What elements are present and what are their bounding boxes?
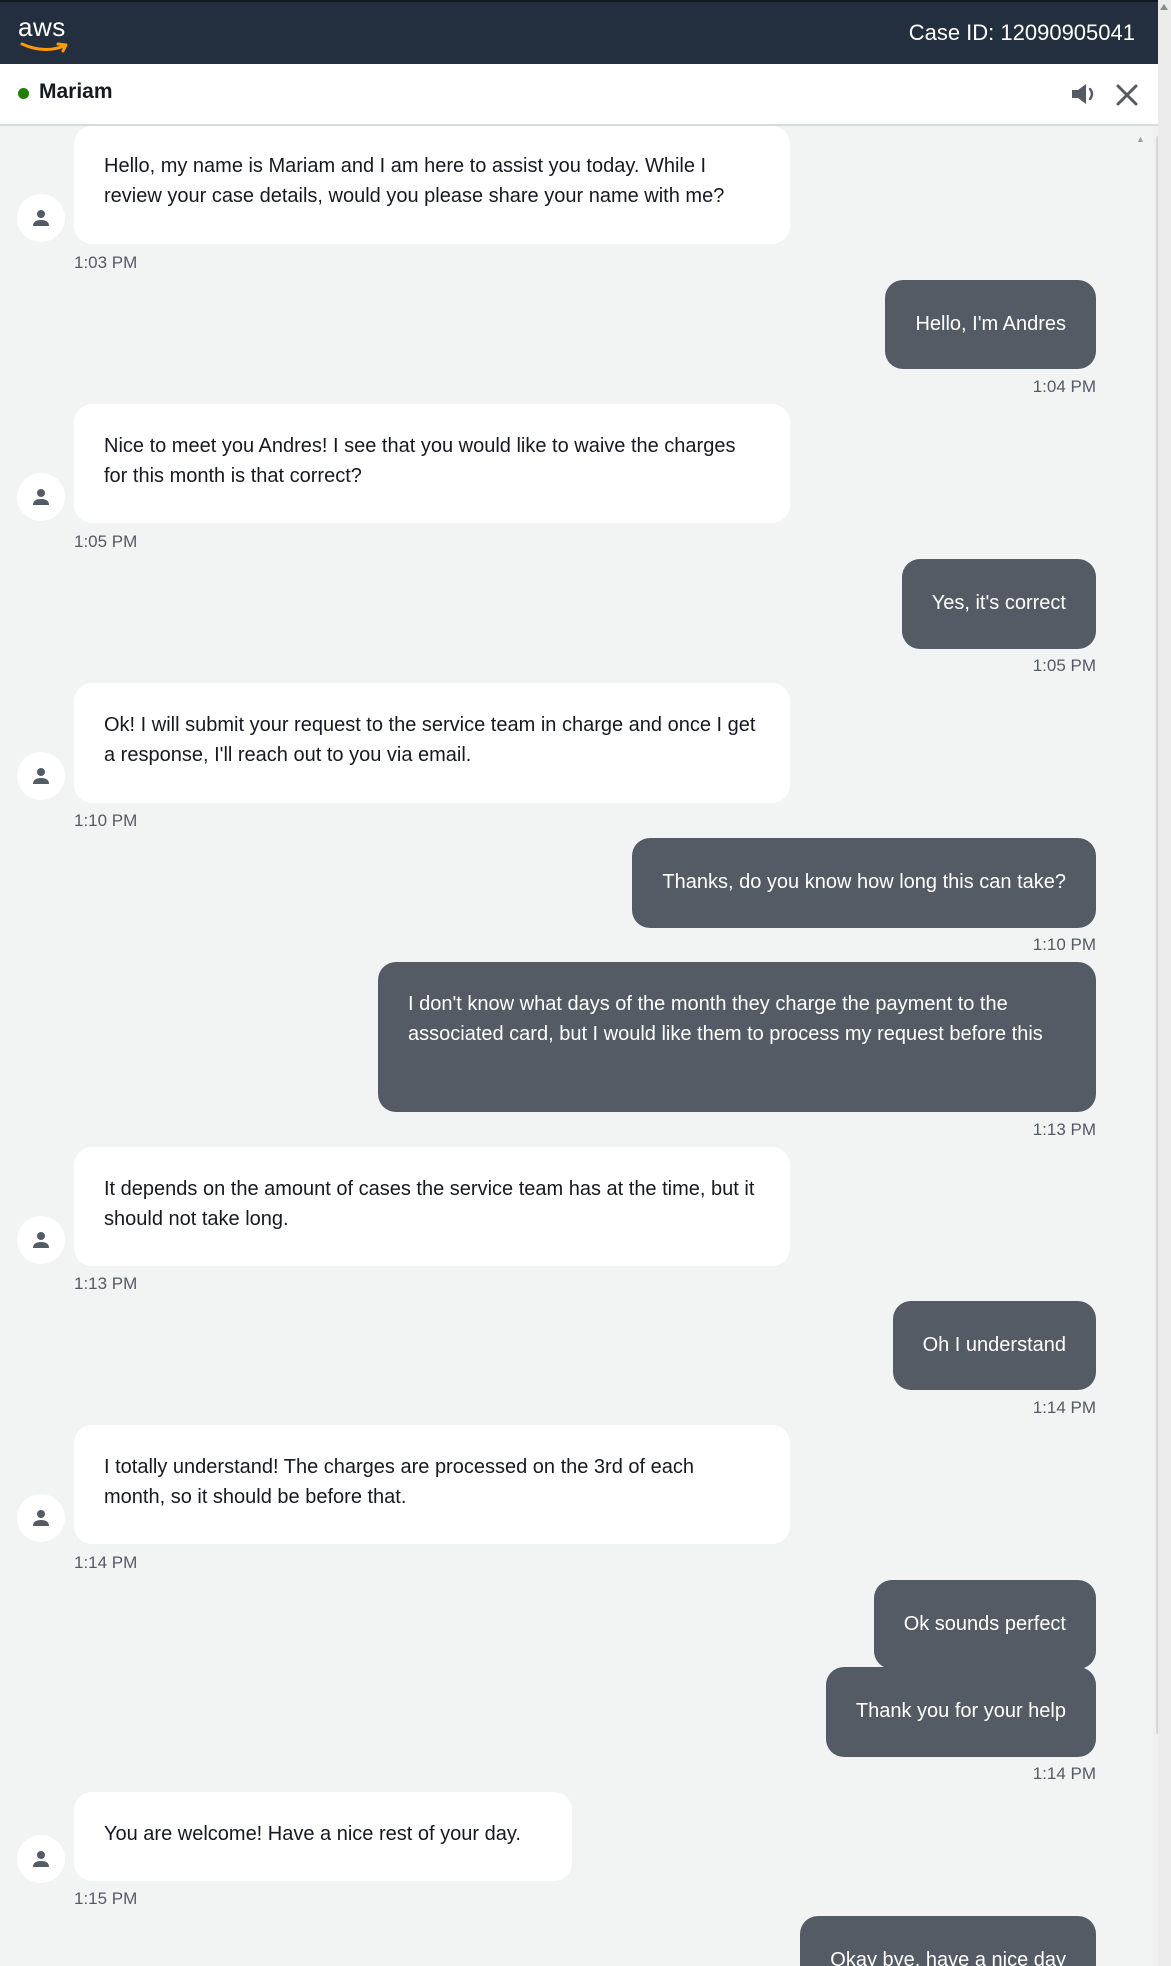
top-bar: aws Case ID: 12090905041 (0, 0, 1171, 64)
person-icon (33, 1851, 49, 1867)
chat-transcript[interactable]: Hello, my name is Mariam and I am here t… (0, 126, 1153, 1966)
close-chat-button[interactable] (1112, 80, 1142, 110)
message-timestamp: 1:15 PM (74, 1889, 138, 1908)
agent-header: Mariam (0, 64, 1171, 126)
message-text: Yes, it's correct (931, 592, 1066, 614)
message-text: I totally understand! The charges are pr… (104, 1456, 694, 1508)
online-status-dot (18, 88, 29, 99)
message-text: I don't know what days of the month they… (408, 993, 1043, 1045)
message-text: Ok sounds perfect (903, 1613, 1066, 1635)
customer-message: Hello, I'm Andres (885, 280, 1096, 369)
message-text: Thanks, do you know how long this can ta… (662, 871, 1066, 893)
message-timestamp: 1:14 PM (1032, 1764, 1096, 1783)
aws-logo: aws (18, 12, 74, 54)
speaker-icon (1072, 84, 1094, 104)
agent-message: You are welcome! Have a nice rest of you… (74, 1792, 572, 1881)
person-icon (33, 1510, 49, 1526)
message-timestamp: 1:05 PM (74, 532, 138, 551)
agent-name: Mariam (39, 80, 113, 103)
message-timestamp: 1:13 PM (74, 1274, 138, 1293)
agent-message: I totally understand! The charges are pr… (74, 1425, 790, 1544)
message-timestamp: 1:14 PM (74, 1553, 138, 1572)
message-text: You are welcome! Have a nice rest of you… (104, 1823, 521, 1845)
message-text: It depends on the amount of cases the se… (104, 1178, 755, 1230)
message-text: Thank you for your help (855, 1700, 1066, 1722)
message-text: Nice to meet you Andres! I see that you … (104, 435, 736, 487)
message-text: Ok! I will submit your request to the se… (104, 714, 756, 766)
agent-avatar (17, 1835, 65, 1883)
message-timestamp: 1:14 PM (1032, 1398, 1096, 1417)
customer-message: Thanks, do you know how long this can ta… (632, 838, 1096, 928)
logo-smile-icon (20, 42, 68, 53)
agent-avatar (17, 194, 65, 242)
person-icon (33, 489, 49, 505)
message-text: Hello, my name is Mariam and I am here t… (104, 155, 725, 207)
message-text: Okay bye, have a nice day (830, 1949, 1066, 1966)
message-text: Hello, I'm Andres (915, 313, 1066, 335)
message-timestamp: 1:04 PM (1032, 377, 1096, 396)
agent-message: Ok! I will submit your request to the se… (74, 683, 790, 803)
close-icon (1116, 84, 1138, 106)
agent-avatar (17, 473, 65, 521)
customer-message: Ok sounds perfect (873, 1580, 1096, 1669)
agent-avatar (17, 752, 65, 800)
agent-avatar (17, 1216, 65, 1264)
agent-message: Nice to meet you Andres! I see that you … (74, 404, 790, 523)
customer-message: Okay bye, have a nice day (800, 1916, 1096, 1966)
agent-message: It depends on the amount of cases the se… (74, 1147, 790, 1266)
message-timestamp: 1:13 PM (1032, 1120, 1096, 1139)
message-text: Oh I understand (922, 1334, 1066, 1356)
message-timestamp: 1:10 PM (74, 811, 138, 830)
customer-message: Thank you for your help (825, 1667, 1096, 1757)
customer-message: Oh I understand (892, 1301, 1096, 1390)
agent-message: Hello, my name is Mariam and I am here t… (74, 126, 790, 244)
message-timestamp: 1:05 PM (1032, 656, 1096, 675)
scroll-up-icon[interactable]: ▲ (1136, 134, 1145, 144)
customer-message: I don't know what days of the month they… (378, 962, 1096, 1112)
mute-sound-button[interactable] (1068, 80, 1100, 108)
person-icon (33, 768, 49, 784)
logo-text: aws (18, 12, 66, 42)
customer-message: Yes, it's correct (901, 559, 1096, 649)
message-timestamp: 1:10 PM (1032, 935, 1096, 954)
window-scroll-up-icon[interactable] (1160, 4, 1168, 10)
person-icon (33, 210, 49, 226)
message-timestamp: 1:03 PM (74, 253, 138, 272)
person-icon (33, 1232, 49, 1248)
agent-avatar (17, 1494, 65, 1542)
window-scrollbar[interactable] (1158, 0, 1171, 1966)
case-id: Case ID: 12090905041 (908, 20, 1135, 45)
chat-window: aws Case ID: 12090905041 Mariam Hello, m… (0, 0, 1171, 1966)
